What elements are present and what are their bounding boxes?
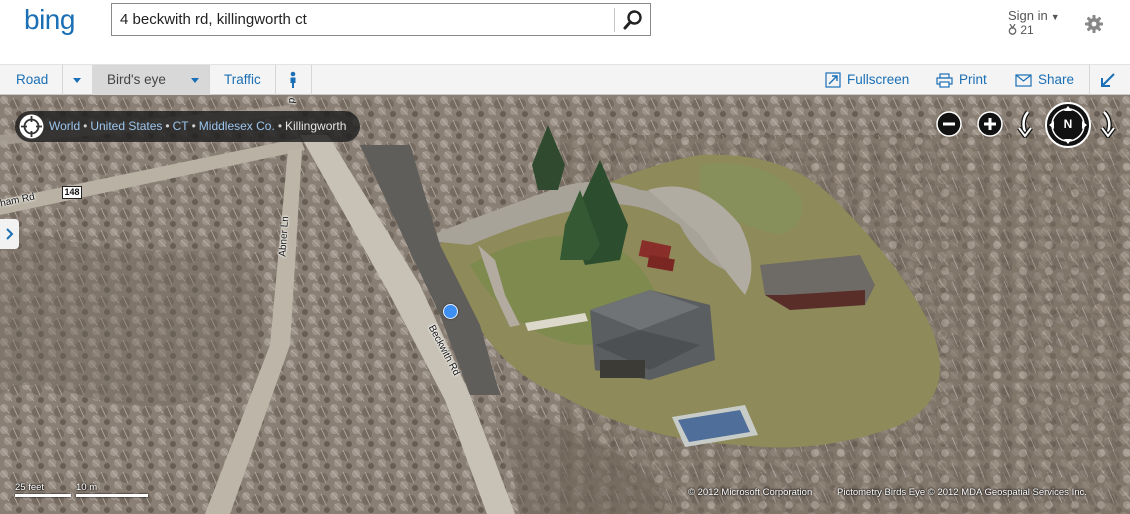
toolbar-divider [209, 65, 210, 95]
route-shield: 148 [62, 186, 82, 199]
chevron-down-icon: ▼ [1050, 12, 1060, 22]
print-label: Print [959, 72, 987, 87]
person-icon [290, 71, 296, 88]
toolbar-divider [1089, 65, 1090, 95]
medal-icon [1008, 23, 1017, 35]
breadcrumb-separator: • [191, 119, 196, 133]
breadcrumb-separator: • [277, 119, 283, 133]
print-button[interactable]: Print [936, 65, 987, 95]
traffic-button[interactable]: Traffic [224, 65, 261, 95]
road-view-button[interactable]: Road [16, 65, 48, 95]
breadcrumb-state[interactable]: CT [173, 119, 189, 133]
map-canvas[interactable]: World • United States • CT • Middlesex Co. • Kil… [0, 95, 1130, 514]
location-pin[interactable] [443, 304, 458, 319]
scale-bar-feet [15, 494, 71, 497]
envelope-icon [1015, 73, 1032, 87]
bing-logo[interactable]: bing [24, 4, 75, 36]
expand-panel-button[interactable] [0, 219, 19, 249]
search-input[interactable] [112, 4, 612, 35]
chevron-right-icon [5, 228, 13, 240]
search-box [111, 3, 651, 36]
breadcrumb-world[interactable]: World [49, 119, 80, 133]
rewards-count: 21 [1020, 23, 1034, 37]
streetside-button[interactable] [279, 65, 307, 95]
breadcrumb-country[interactable]: United States [90, 119, 162, 133]
breadcrumb-county[interactable]: Middlesex Co. [199, 119, 275, 133]
copyright-microsoft: © 2012 Microsoft Corporation [688, 487, 813, 498]
scale-bar-meters [76, 494, 148, 497]
search-divider [614, 8, 615, 32]
zoom-out-icon[interactable] [936, 111, 962, 137]
breadcrumb-separator: • [165, 119, 170, 133]
toolbar-divider [275, 65, 276, 95]
collapse-arrow-icon [1101, 73, 1115, 87]
search-button[interactable] [618, 6, 648, 34]
collapse-button[interactable] [1094, 65, 1122, 95]
breadcrumb-separator: • [83, 119, 88, 133]
rotate-left-icon[interactable] [1016, 110, 1036, 138]
zoom-in-icon[interactable] [977, 111, 1003, 137]
fullscreen-label: Fullscreen [847, 72, 910, 87]
scale-feet-label: 25 feet [15, 482, 45, 493]
chevron-down-icon [191, 77, 199, 83]
rewards-badge[interactable]: 21 [1008, 23, 1034, 37]
signin-link[interactable]: Sign in ▼ [1008, 8, 1060, 23]
fullscreen-button[interactable]: Fullscreen [825, 65, 909, 95]
share-label: Share [1038, 72, 1075, 87]
gear-icon [1085, 15, 1103, 33]
scale-meters-label: 10 m [76, 482, 98, 493]
chevron-down-icon [73, 77, 81, 83]
road-dropdown-button[interactable] [63, 65, 91, 95]
birdseye-dropdown-button[interactable] [181, 65, 209, 95]
share-button[interactable]: Share [1015, 65, 1074, 95]
rotate-right-icon[interactable] [1098, 110, 1118, 138]
locate-me-icon[interactable] [19, 114, 44, 139]
road-label-partial: p [286, 97, 298, 104]
compass-north-label: N [1063, 117, 1073, 131]
breadcrumb-town: Killingworth [285, 119, 347, 133]
search-icon [623, 10, 642, 30]
fullscreen-icon [825, 72, 841, 88]
settings-button[interactable] [1084, 14, 1104, 34]
location-breadcrumb: World • United States • CT • Middlesex Co. • Kil… [15, 111, 361, 142]
printer-icon [936, 72, 953, 88]
compass-control[interactable]: N [1045, 102, 1091, 148]
birdseye-view-button[interactable]: Bird's eye [107, 65, 166, 95]
header: bing Sign in▼ 21 [0, 0, 1130, 64]
toolbar-divider [311, 65, 312, 95]
copyright-pictometry: Pictometry Birds Eye © 2012 MDA Geospati… [837, 487, 1087, 498]
aerial-imagery [0, 95, 1130, 514]
map-toolbar: Road Bird's eye Traffic Fullscreen Print [0, 64, 1130, 95]
